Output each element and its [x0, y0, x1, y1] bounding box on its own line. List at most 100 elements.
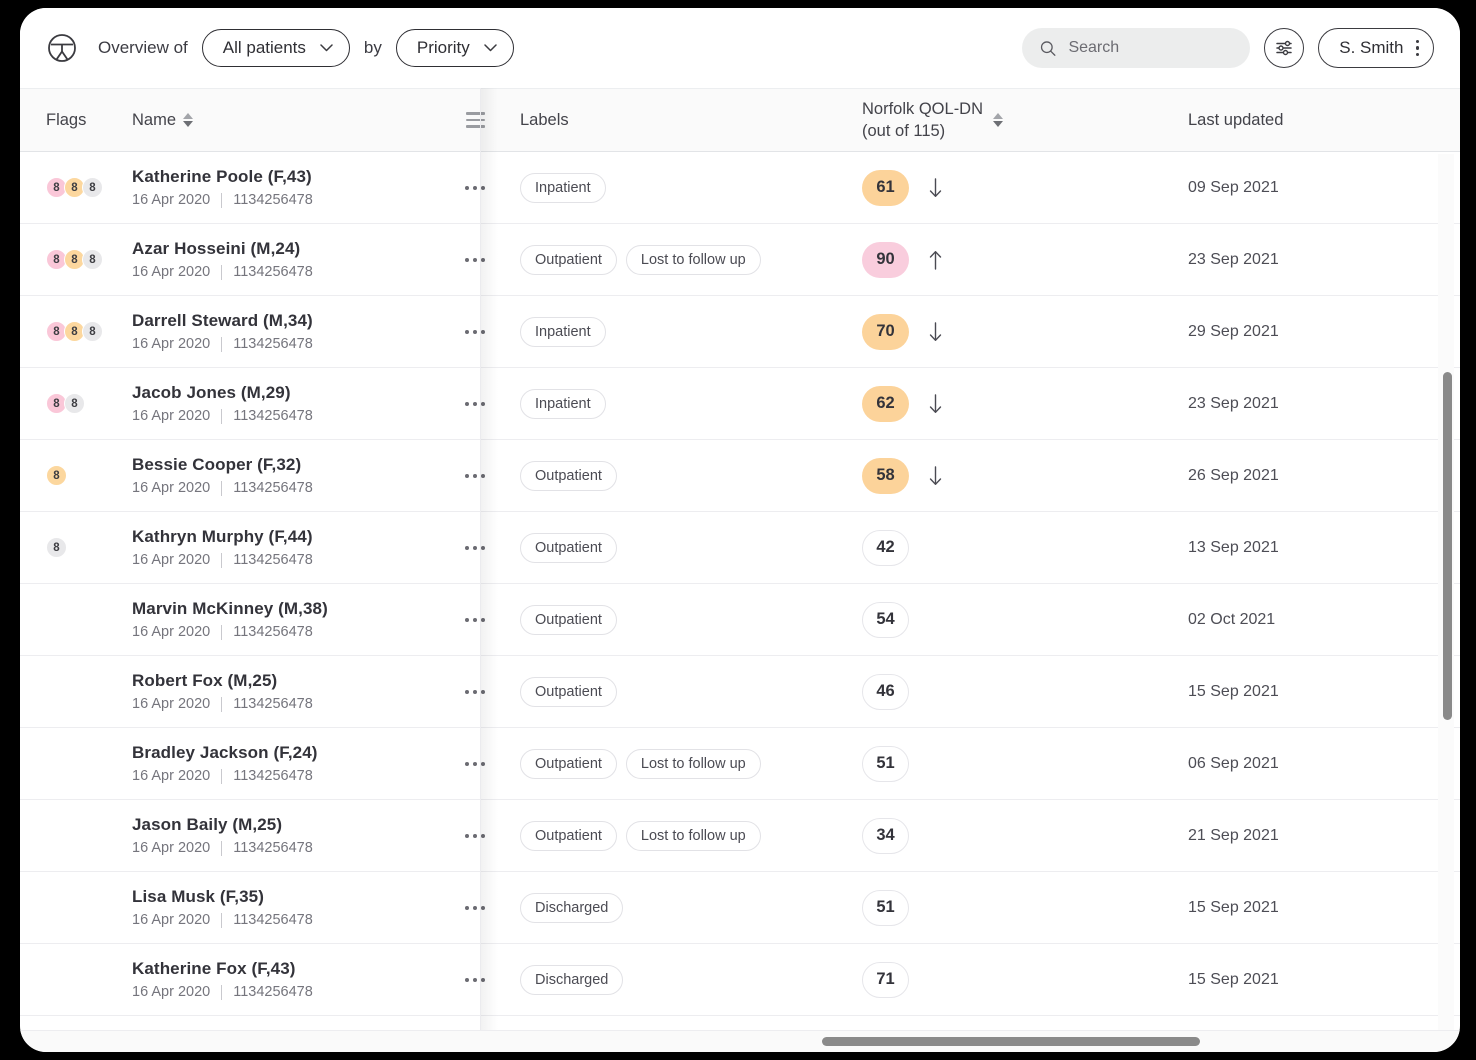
score-pill[interactable]: 90 [862, 241, 909, 278]
column-header-score[interactable]: Norfolk QOL-DN (out of 115) [838, 89, 1168, 151]
table-row[interactable]: 8 8 Jacob Jones (M,29) 16 Apr 2020 113425647… [20, 368, 1460, 440]
patient-id: 1134256478 [233, 912, 313, 928]
kebab-horizontal-icon[interactable] [465, 185, 485, 190]
flag-badge-gray[interactable]: 8 [64, 393, 85, 414]
score-pill[interactable]: 34 [862, 817, 909, 854]
row-actions-button[interactable] [450, 977, 500, 982]
kebab-horizontal-icon[interactable] [465, 257, 485, 262]
label-chip[interactable]: Outpatient [520, 532, 617, 563]
row-actions-button[interactable] [450, 401, 500, 406]
label-chip[interactable]: Outpatient [520, 820, 617, 851]
horizontal-scrollbar-thumb[interactable] [822, 1037, 1200, 1046]
row-name-cell[interactable]: Katherine Fox (F,43) 16 Apr 2020 113425647… [132, 959, 450, 1000]
score-pill[interactable]: 61 [862, 169, 909, 206]
kebab-horizontal-icon[interactable] [465, 329, 485, 334]
column-options-button[interactable] [450, 89, 500, 151]
row-actions-button[interactable] [450, 761, 500, 766]
table-row[interactable]: 8 8 8 Azar Hosseini (M,24) 16 Apr 2020 113425… [20, 224, 1460, 296]
sort-icon-score[interactable] [993, 113, 1004, 127]
score-pill[interactable]: 46 [862, 673, 909, 710]
search-box[interactable] [1022, 28, 1251, 68]
row-name-cell[interactable]: Jacob Jones (M,29) 16 Apr 2020 1134256478 [132, 383, 450, 424]
flag-badge-gray[interactable]: 8 [46, 537, 67, 558]
patient-date: 16 Apr 2020 [132, 696, 211, 712]
label-chip[interactable]: Outpatient [520, 244, 617, 275]
label-chip[interactable]: Discharged [520, 964, 624, 995]
row-actions-button[interactable] [450, 473, 500, 478]
kebab-horizontal-icon[interactable] [465, 761, 485, 766]
row-actions-button[interactable] [450, 617, 500, 622]
score-pill[interactable]: 51 [862, 745, 909, 782]
score-pill[interactable]: 62 [862, 385, 909, 422]
flag-badge-gray[interactable]: 8 [82, 249, 103, 270]
row-name-cell[interactable]: Marvin McKinney (M,38) 16 Apr 2020 1134256… [132, 599, 450, 640]
hamburger-icon[interactable] [465, 112, 485, 128]
row-actions-button[interactable] [450, 329, 500, 334]
row-name-cell[interactable]: Bradley Jackson (F,24) 16 Apr 2020 1134256… [132, 743, 450, 784]
filter-settings-button[interactable] [1264, 28, 1305, 68]
vertical-scrollbar-thumb[interactable] [1443, 372, 1452, 720]
group-by-dropdown[interactable]: Priority [395, 29, 514, 67]
score-pill[interactable]: 58 [862, 457, 909, 494]
flag-badge-amber[interactable]: 8 [46, 465, 67, 486]
row-name-cell[interactable]: Lisa Musk (F,35) 16 Apr 2020 1134256478 [132, 887, 450, 928]
label-chip[interactable]: Inpatient [520, 316, 606, 347]
table-row[interactable]: Lisa Musk (F,35) 16 Apr 2020 1134256478 Dis… [20, 872, 1460, 944]
patients-filter-dropdown[interactable]: All patients [201, 29, 350, 67]
search-input[interactable] [1068, 39, 1233, 57]
sort-icon-name[interactable] [183, 113, 194, 127]
row-actions-button[interactable] [450, 545, 500, 550]
label-chip[interactable]: Discharged [520, 892, 624, 923]
score-pill[interactable]: 42 [862, 529, 909, 566]
kebab-menu-icon[interactable] [1415, 39, 1419, 57]
table-row[interactable]: 8 8 8 Darrell Steward (M,34) 16 Apr 2020 1134… [20, 296, 1460, 368]
score-pill[interactable]: 70 [862, 313, 909, 350]
row-actions-button[interactable] [450, 689, 500, 694]
score-pill[interactable]: 54 [862, 601, 909, 638]
kebab-horizontal-icon[interactable] [465, 977, 485, 982]
table-row[interactable]: 8 8 8 Katherine Poole (F,43) 16 Apr 2020 1134… [20, 152, 1460, 224]
flag-badge-gray[interactable]: 8 [82, 321, 103, 342]
user-menu-button[interactable]: S. Smith [1318, 28, 1434, 68]
score-pill[interactable]: 51 [862, 889, 909, 926]
row-actions-button[interactable] [450, 185, 500, 190]
column-header-name[interactable]: Name [132, 89, 450, 151]
row-name-cell[interactable]: Kathryn Murphy (F,44) 16 Apr 2020 11342564… [132, 527, 450, 568]
table-row[interactable]: Bradley Jackson (F,24) 16 Apr 2020 1134256… [20, 728, 1460, 800]
flag-group: 888 [46, 177, 132, 198]
score-pill[interactable]: 71 [862, 961, 909, 998]
table-row[interactable]: Robert Fox (M,25) 16 Apr 2020 1134256478 Ou… [20, 656, 1460, 728]
row-actions-button[interactable] [450, 257, 500, 262]
row-actions-button[interactable] [450, 905, 500, 910]
row-name-cell[interactable]: Jason Baily (M,25) 16 Apr 2020 1134256478 [132, 815, 450, 856]
label-chip[interactable]: Inpatient [520, 172, 606, 203]
label-chip[interactable]: Lost to follow up [625, 820, 761, 851]
kebab-horizontal-icon[interactable] [465, 473, 485, 478]
label-chip[interactable]: Lost to follow up [625, 748, 761, 779]
table-row[interactable]: Katherine Fox (F,43) 16 Apr 2020 113425647… [20, 944, 1460, 1016]
row-name-cell[interactable]: Robert Fox (M,25) 16 Apr 2020 1134256478 [132, 671, 450, 712]
kebab-horizontal-icon[interactable] [465, 689, 485, 694]
label-chip[interactable]: Lost to follow up [625, 244, 761, 275]
kebab-horizontal-icon[interactable] [465, 905, 485, 910]
kebab-horizontal-icon[interactable] [465, 545, 485, 550]
table-row[interactable]: Jason Baily (M,25) 16 Apr 2020 1134256478 O… [20, 800, 1460, 872]
table-row[interactable]: Marvin McKinney (M,38) 16 Apr 2020 1134256… [20, 584, 1460, 656]
row-name-cell[interactable]: Darrell Steward (M,34) 16 Apr 2020 1134256… [132, 311, 450, 352]
label-chip[interactable]: Inpatient [520, 388, 606, 419]
table-row[interactable]: 8 Bessie Cooper (F,32) 16 Apr 2020 11342564… [20, 440, 1460, 512]
flag-badge-gray[interactable]: 8 [82, 177, 103, 198]
horizontal-scrollbar-track[interactable] [20, 1030, 1460, 1052]
kebab-horizontal-icon[interactable] [465, 401, 485, 406]
kebab-horizontal-icon[interactable] [465, 833, 485, 838]
label-chip[interactable]: Outpatient [520, 748, 617, 779]
label-chip[interactable]: Outpatient [520, 676, 617, 707]
label-chip[interactable]: Outpatient [520, 604, 617, 635]
row-actions-button[interactable] [450, 833, 500, 838]
row-name-cell[interactable]: Katherine Poole (F,43) 16 Apr 2020 1134256… [132, 167, 450, 208]
kebab-horizontal-icon[interactable] [465, 617, 485, 622]
row-name-cell[interactable]: Azar Hosseini (M,24) 16 Apr 2020 113425647… [132, 239, 450, 280]
label-chip[interactable]: Outpatient [520, 460, 617, 491]
table-row[interactable]: 8 Kathryn Murphy (F,44) 16 Apr 2020 1134256… [20, 512, 1460, 584]
row-name-cell[interactable]: Bessie Cooper (F,32) 16 Apr 2020 113425647… [132, 455, 450, 496]
